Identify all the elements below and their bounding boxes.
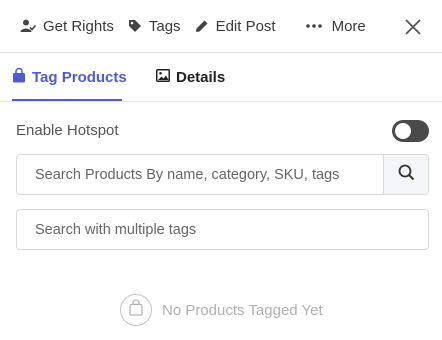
user-check-icon (20, 18, 36, 34)
top-toolbar: Get Rights Tags Edit Post More (0, 0, 442, 53)
pencil-icon (195, 19, 209, 33)
tag-search-input[interactable] (17, 210, 428, 249)
search-button[interactable] (383, 155, 428, 194)
tab-tag-products[interactable]: Tag Products (12, 53, 127, 101)
edit-post-label: Edit Post (215, 17, 276, 35)
empty-state-icon-circle (120, 294, 152, 326)
close-icon (403, 19, 423, 41)
tab-bar: Tag Products Details (0, 53, 442, 102)
tab-details-label: Details (176, 68, 226, 86)
tag-icon (128, 19, 142, 33)
get-rights-label: Get Rights (43, 17, 114, 35)
search-icon (398, 164, 415, 186)
active-tab-indicator (12, 99, 122, 101)
enable-hotspot-toggle[interactable] (392, 120, 429, 142)
empty-state: No Products Tagged Yet (120, 294, 323, 326)
product-search-input[interactable] (17, 155, 383, 194)
tab-details[interactable]: Details (156, 53, 225, 101)
tag-search-box (16, 209, 429, 250)
close-button[interactable] (403, 17, 423, 37)
tab-tag-products-label: Tag Products (32, 68, 127, 86)
toggle-knob (395, 123, 411, 139)
product-search-box (16, 154, 429, 195)
enable-hotspot-label: Enable Hotspot (16, 122, 119, 139)
shopping-bag-icon (12, 67, 26, 87)
tags-button[interactable]: Tags (128, 18, 181, 35)
shopping-bag-outline-icon (129, 299, 143, 321)
empty-state-text: No Products Tagged Yet (162, 301, 323, 319)
image-icon (156, 68, 170, 86)
edit-post-button[interactable]: Edit Post (195, 18, 276, 35)
get-rights-button[interactable]: Get Rights (20, 18, 114, 35)
more-label: More (331, 17, 366, 35)
tags-label: Tags (148, 17, 181, 35)
ellipsis-icon (305, 23, 322, 29)
more-button[interactable]: More (305, 17, 366, 35)
